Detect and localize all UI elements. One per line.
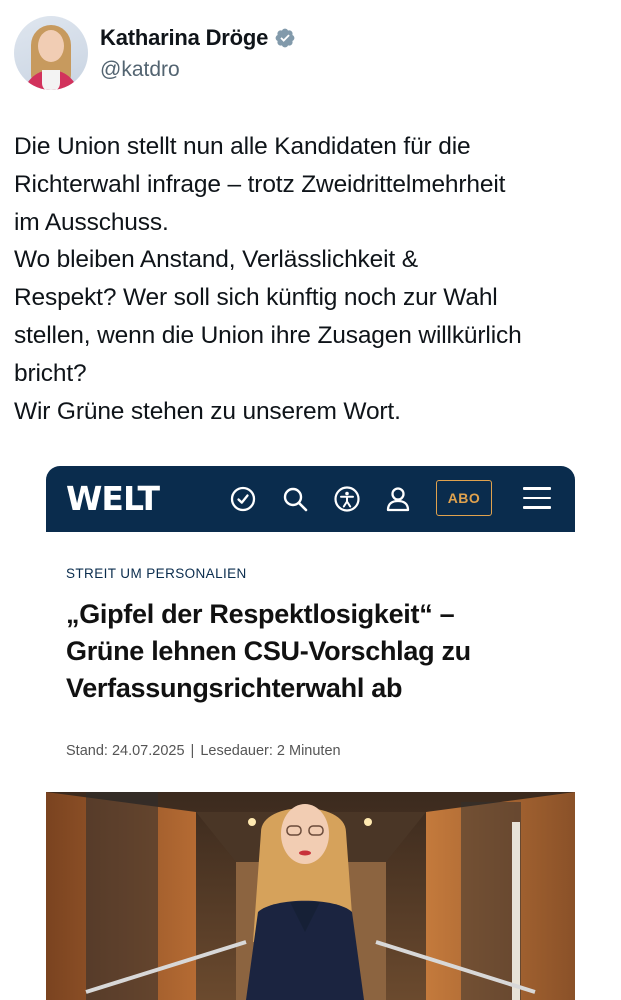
abo-button[interactable]: ABO bbox=[436, 480, 492, 516]
article-kicker: STREIT UM PERSONALIEN bbox=[66, 566, 247, 581]
meta-separator: | bbox=[190, 743, 195, 759]
article-photo[interactable] bbox=[46, 792, 575, 1000]
accessibility-icon[interactable] bbox=[332, 484, 362, 514]
author-handle[interactable]: @katdro bbox=[100, 58, 180, 82]
tweet-text: Die Union stellt nun alle Kandidaten für… bbox=[14, 133, 522, 425]
avatar[interactable] bbox=[14, 16, 88, 90]
author-name[interactable]: Katharina Dröge bbox=[100, 25, 268, 51]
hamburger-menu-icon[interactable] bbox=[523, 487, 551, 511]
search-icon[interactable] bbox=[280, 484, 310, 514]
author-name-row: Katharina Dröge bbox=[100, 25, 296, 51]
article-card[interactable]: WELT ABO STREIT UM PERSONALIEN „Gipfel d… bbox=[46, 466, 575, 1000]
article-headline[interactable]: „Gipfel der Respektlosigkeit“ – Grüne le… bbox=[66, 596, 566, 707]
article-date: Stand: 24.07.2025 bbox=[66, 743, 185, 759]
clock-check-icon[interactable] bbox=[228, 484, 258, 514]
tweet-header: Katharina Dröge @katdro bbox=[14, 16, 604, 92]
verified-badge-icon bbox=[275, 28, 295, 48]
user-icon[interactable] bbox=[383, 484, 413, 514]
welt-navbar: WELT ABO bbox=[46, 466, 575, 532]
welt-logo[interactable]: WELT bbox=[66, 479, 160, 518]
article-meta: Stand: 24.07.2025 | Lesedauer: 2 Minuten bbox=[66, 743, 341, 759]
article-reading-time: Lesedauer: 2 Minuten bbox=[200, 743, 341, 759]
corridor-photo bbox=[46, 792, 575, 1000]
